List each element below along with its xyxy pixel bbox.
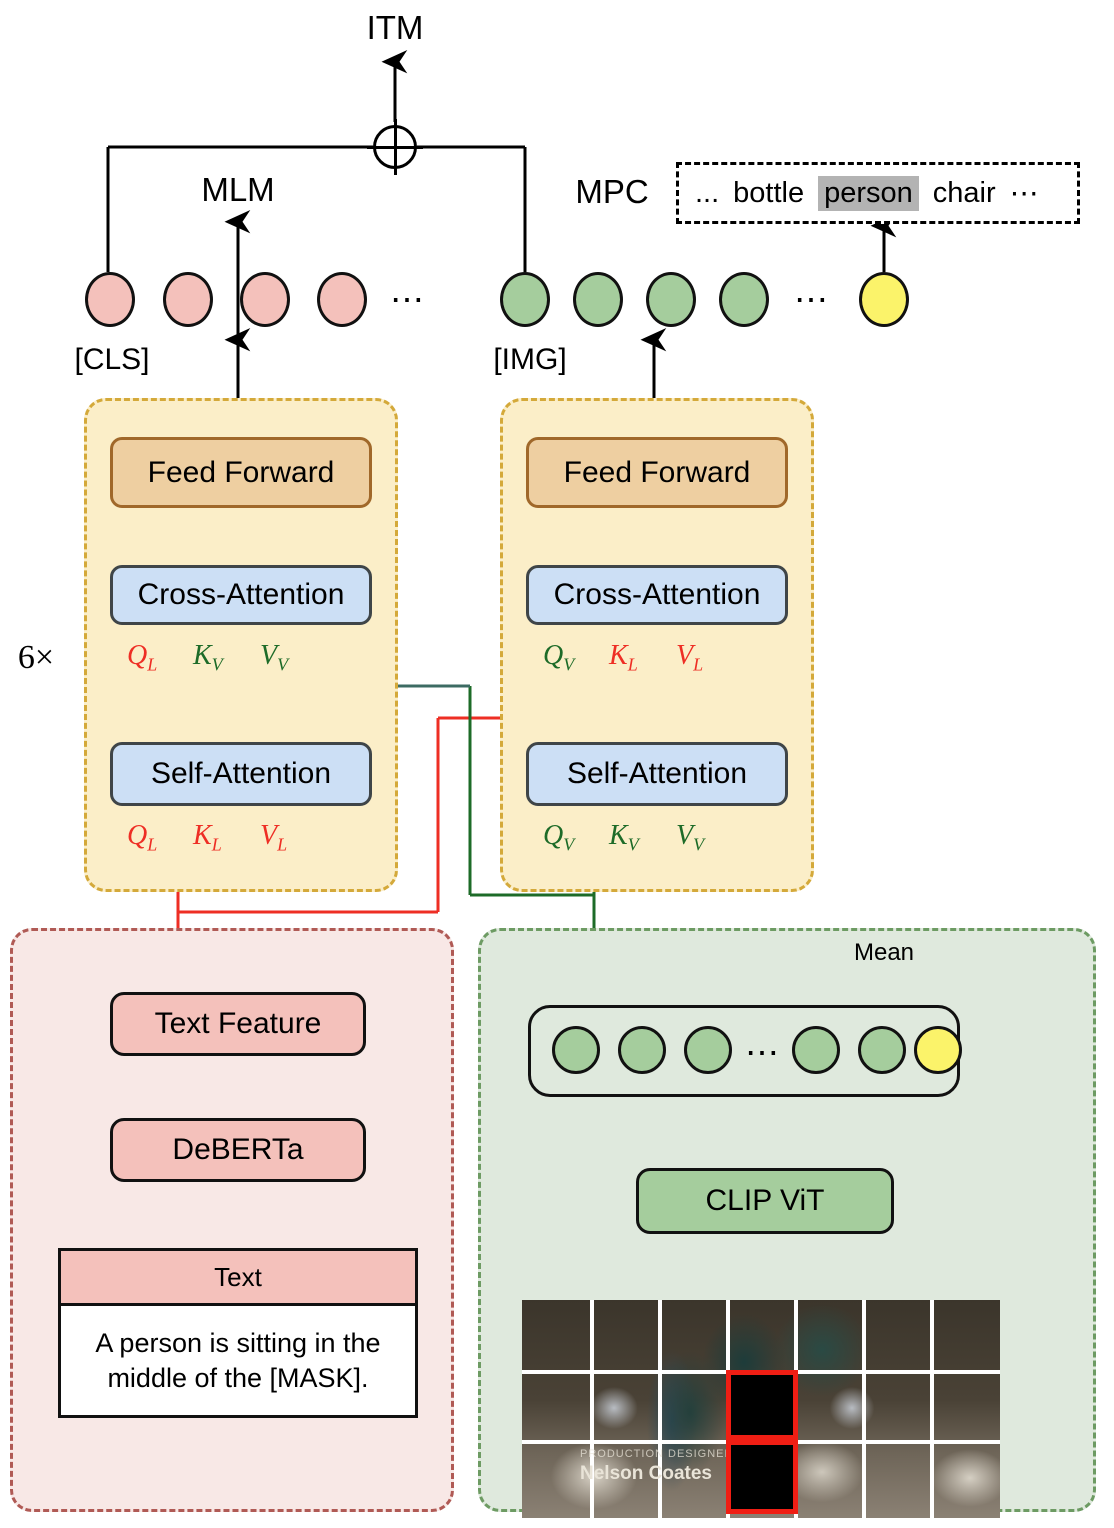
left-cross-v-label: VV [260,640,289,675]
clip-vit-box: CLIP ViT [636,1168,894,1234]
left-cross-attention-box: Cross-Attention [110,565,372,625]
mean-token [859,272,909,327]
left-feed-forward-box: Feed Forward [110,437,372,508]
masked-patch-lower [726,1440,798,1514]
text-token-2 [163,272,213,327]
image-token-1 [500,272,550,327]
right-self-q-label: QV [543,820,575,855]
right-feed-forward-box: Feed Forward [526,437,788,508]
text-feature-box: Text Feature [110,992,366,1056]
right-cross-k-label: KL [609,640,638,675]
mpc-vocab-box: ... bottle person chair ⋯ [676,162,1080,224]
mpc-label: MPC [575,173,649,210]
vision-patch-token-4 [792,1026,840,1074]
mlm-label: MLM [201,171,275,208]
image-token-ellipsis: ⋯ [794,281,830,319]
left-self-k-label: KL [193,820,222,855]
right-cross-v-label: VL [676,640,704,675]
text-input-sentence: A person is sitting in the middle of the… [58,1306,418,1418]
mpc-word-person-highlighted: person [818,175,919,211]
left-self-v-label: VL [260,820,288,855]
text-token-ellipsis: ⋯ [390,281,426,319]
right-self-v-label: VV [676,820,705,855]
left-cross-q-label: QL [127,640,158,675]
itm-label: ITM [366,9,424,46]
patch-gridline-v5 [862,1300,866,1518]
fusion-plus-icon [367,119,423,175]
mpc-trailing-ellipsis: ⋯ [1009,177,1039,210]
photo-credit-name: Nelson Coates [580,1463,712,1484]
masked-patch-upper [726,1370,798,1440]
vision-patch-token-1 [552,1026,600,1074]
vision-token-ellipsis: ⋯ [745,1034,781,1072]
text-token-3 [240,272,290,327]
right-self-k-label: KV [609,820,639,855]
repeat-count-label: 6× [17,639,55,676]
vision-patch-token-5 [858,1026,906,1074]
left-self-attention-box: Self-Attention [110,742,372,806]
patch-gridline-v1 [590,1300,594,1518]
mpc-leading-ellipsis: ... [695,176,720,209]
text-token-4 [317,272,367,327]
left-self-q-label: QL [127,820,158,855]
mpc-word-bottle: bottle [733,176,805,209]
cls-token-label: [CLS] [74,343,150,376]
vision-patch-token-2 [618,1026,666,1074]
patch-gridline-v6 [930,1300,934,1518]
image-token-2 [573,272,623,327]
text-input-header: Text [58,1248,418,1306]
text-token-1 [85,272,135,327]
image-token-4 [719,272,769,327]
figure-root: ITM MLM MPC ... bottle person chair ⋯ ⋯ … [0,0,1114,1528]
deberta-encoder-box: DeBERTa [110,1118,366,1182]
mean-label: Mean [853,939,915,966]
mpc-word-chair: chair [932,176,996,209]
vision-mean-token [914,1026,962,1074]
vision-patch-token-3 [684,1026,732,1074]
left-cross-k-label: KV [193,640,223,675]
photo-credit-role: PRODUCTION DESIGNER [580,1448,734,1460]
input-image: PRODUCTION DESIGNER Nelson Coates [522,1300,1000,1518]
img-token-label: [IMG] [493,343,567,376]
patch-gridline-v2 [658,1300,662,1518]
image-token-3 [646,272,696,327]
right-cross-q-label: QV [543,640,575,675]
right-self-attention-box: Self-Attention [526,742,788,806]
right-cross-attention-box: Cross-Attention [526,565,788,625]
